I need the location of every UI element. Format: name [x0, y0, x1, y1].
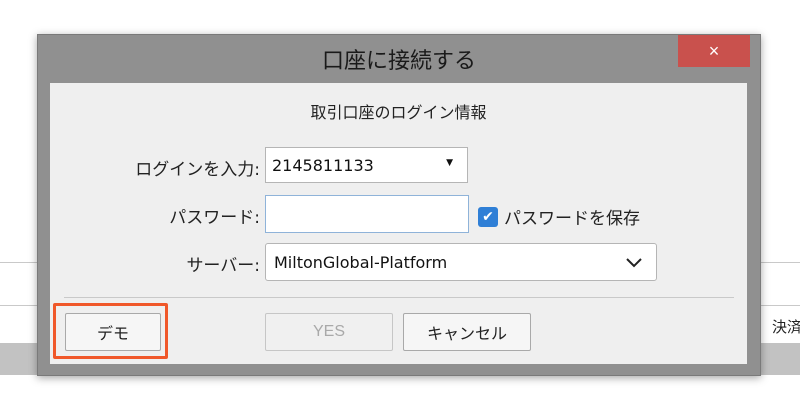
- close-button[interactable]: ×: [678, 35, 750, 67]
- password-label: パスワード:: [169, 208, 260, 228]
- background-column-header: 決済: [772, 318, 800, 336]
- save-password-option[interactable]: ✔ パスワードを保存: [478, 204, 640, 229]
- dropdown-caret-icon: ▼: [446, 158, 453, 168]
- server-label: サーバー:: [186, 256, 260, 276]
- login-select[interactable]: 2145811133 ▼: [265, 147, 468, 183]
- save-password-label: パスワードを保存: [504, 209, 640, 229]
- cancel-button[interactable]: キャンセル: [403, 313, 531, 351]
- login-label: ログインを入力:: [135, 160, 260, 180]
- server-select[interactable]: MiltonGlobal-Platform: [265, 243, 657, 281]
- checkmark-icon: ✔: [482, 208, 494, 225]
- login-value: 2145811133: [272, 155, 374, 175]
- chevron-down-icon: [626, 258, 642, 268]
- close-icon: ×: [708, 40, 720, 61]
- dialog-titlebar[interactable]: 口座に接続する ×: [38, 35, 760, 81]
- dialog-subtitle: 取引口座のログイン情報: [310, 103, 487, 122]
- demo-button-highlight: [53, 303, 168, 359]
- yes-button[interactable]: YES: [265, 313, 393, 351]
- button-divider: [64, 297, 734, 298]
- dialog-title: 口座に接続する: [321, 49, 476, 74]
- password-field[interactable]: [265, 195, 469, 233]
- server-value: MiltonGlobal-Platform: [274, 252, 448, 272]
- save-password-checkbox[interactable]: ✔: [478, 206, 498, 227]
